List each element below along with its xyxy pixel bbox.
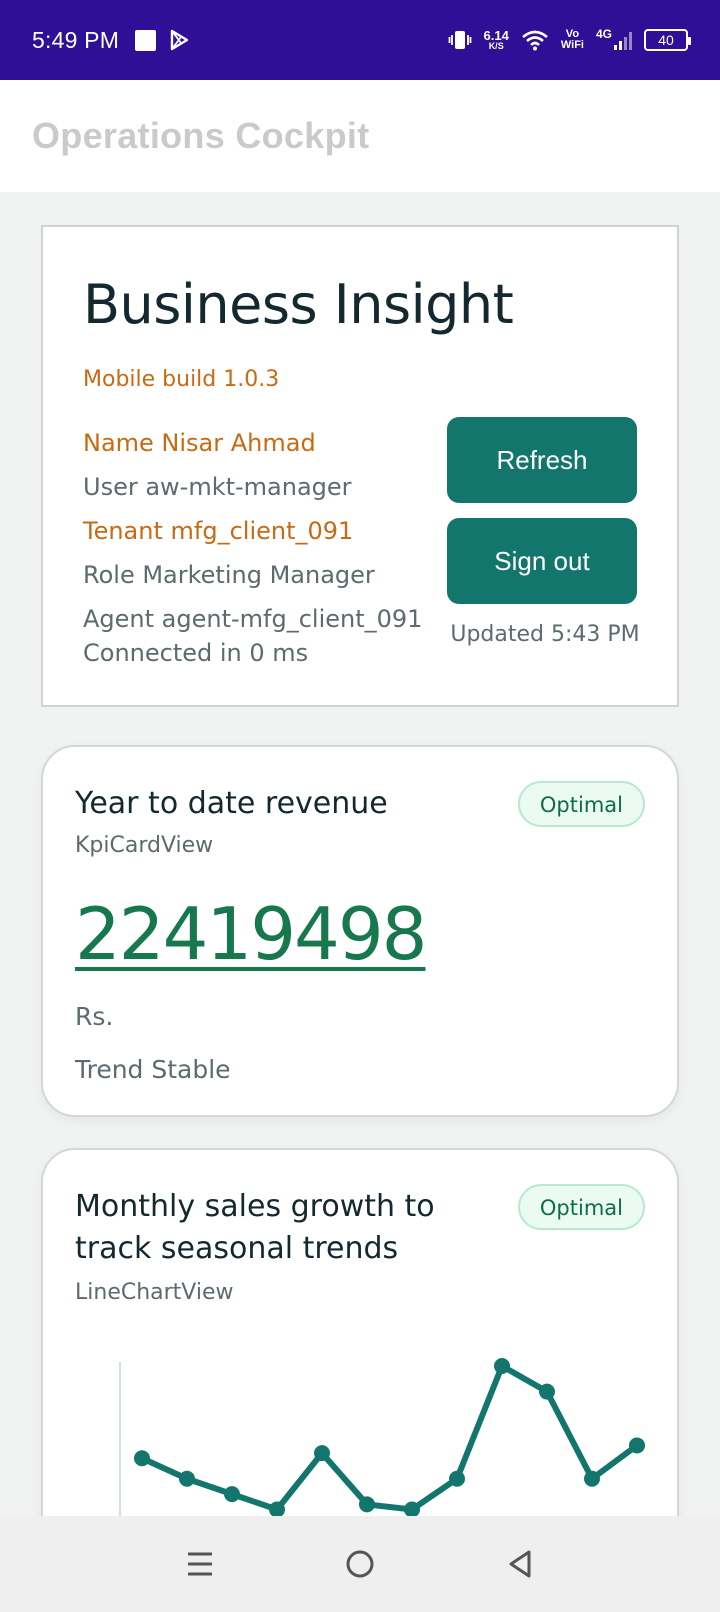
kpi-title: Year to date revenue xyxy=(75,786,388,821)
vibrate-icon xyxy=(448,31,471,49)
data-point[interactable] xyxy=(134,1450,150,1467)
data-point[interactable] xyxy=(539,1383,555,1400)
data-point[interactable] xyxy=(359,1496,375,1513)
status-right-icons: 6.14 K/S Vo WiFi 4G 40 xyxy=(448,27,691,52)
data-point[interactable] xyxy=(584,1470,600,1487)
series-line xyxy=(140,1363,639,1513)
system-nav-bar xyxy=(0,1516,720,1612)
app-title: Operations Cockpit xyxy=(32,115,370,156)
agent-id: Agent agent-mfg_client_091 xyxy=(83,605,423,633)
user-name: Name Nisar Ahmad xyxy=(83,429,316,457)
home-button[interactable] xyxy=(336,1540,384,1588)
vowifi-indicator: Vo WiFi xyxy=(561,29,584,51)
status-badge: Optimal xyxy=(517,781,645,827)
data-point[interactable] xyxy=(494,1358,510,1374)
wifi-label: WiFi xyxy=(560,39,584,51)
status-time: 5:49 PM xyxy=(32,26,120,53)
status-left-icons xyxy=(135,29,190,51)
user-info-list: Name Nisar Ahmad User aw-mkt-manager Ten… xyxy=(83,421,433,670)
kpi-card[interactable]: Year to date revenue KpiCardView Optimal… xyxy=(41,745,679,1117)
battery-icon: 40 xyxy=(644,29,691,51)
signal-icon xyxy=(614,30,632,50)
home-circle-icon xyxy=(346,1550,374,1578)
back-triangle-icon xyxy=(509,1550,531,1578)
back-button[interactable] xyxy=(496,1540,544,1588)
wifi-icon xyxy=(522,30,548,51)
last-updated: Updated 5:43 PM xyxy=(450,622,640,647)
data-point[interactable] xyxy=(629,1437,645,1454)
play-store-icon xyxy=(170,29,189,51)
profile-card: Business Insight Mobile build 1.0.3 Name… xyxy=(41,225,679,707)
kpi-unit: Rs. xyxy=(75,1002,114,1031)
battery-level: 40 xyxy=(658,32,674,48)
kpi-trend: Trend Stable xyxy=(75,1055,231,1084)
data-point[interactable] xyxy=(314,1445,330,1462)
data-point[interactable] xyxy=(179,1470,195,1487)
sign-out-button[interactable]: Sign out xyxy=(447,518,637,604)
menu-icon xyxy=(188,1552,212,1576)
user-id: User aw-mkt-manager xyxy=(83,473,352,501)
tenant: Tenant mfg_client_091 xyxy=(83,517,354,545)
stop-square-icon xyxy=(135,29,157,51)
kpi-value-link[interactable]: 22419498 xyxy=(75,892,427,976)
agent-info: Agent agent-mfg_client_091 Connected in … xyxy=(83,602,433,670)
data-point[interactable] xyxy=(449,1470,465,1487)
kpi-view-type: KpiCardView xyxy=(75,833,214,858)
build-version: Mobile build 1.0.3 xyxy=(83,367,280,392)
net-speed: 6.14 K/S xyxy=(484,29,509,51)
menu-button[interactable] xyxy=(176,1540,224,1588)
app-header: Operations Cockpit xyxy=(0,80,720,192)
network-type: 4G xyxy=(595,27,612,41)
user-role: Role Marketing Manager xyxy=(83,561,375,589)
connection-time: Connected in 0 ms xyxy=(83,639,309,667)
page-title: Business Insight xyxy=(83,273,514,336)
status-bar: 5:49 PM 6.14 K/S Vo WiFi 4G 40 xyxy=(0,0,720,80)
net-speed-unit: K/S xyxy=(488,41,504,51)
refresh-button[interactable]: Refresh xyxy=(447,417,637,503)
data-point[interactable] xyxy=(224,1486,240,1503)
